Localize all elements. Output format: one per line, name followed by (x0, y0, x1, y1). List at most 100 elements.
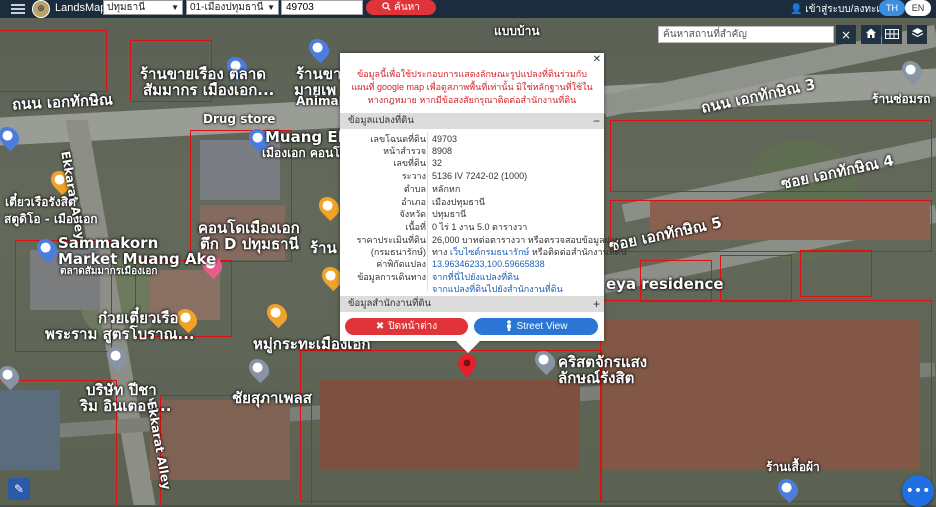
info-row: เนื้อที่ 0 ไร่ 1 งาน 5.0 ตารางวา (340, 221, 604, 233)
info-text: ทาง (432, 247, 450, 257)
more-icon: ••• (905, 483, 931, 499)
map-label: ลักษณ์รังสิต (558, 369, 635, 387)
info-label: เลขโฉนดที่ดิน (370, 134, 426, 144)
info-row: ตำบล หลักหก (340, 183, 604, 195)
lang-en-button[interactable]: EN (905, 0, 931, 16)
treasury-website-link[interactable]: เว็บไซต์กรมธนารักษ์ (450, 247, 529, 257)
info-label: ค่าพิกัดแปลง (376, 259, 426, 269)
chevron-down-icon: ▼ (267, 3, 275, 12)
map-label: ร้านซ่อมรถ (872, 92, 931, 106)
info-label: อำเภอ (401, 197, 426, 207)
info-label: ราคาประเมินที่ดิน (356, 235, 426, 245)
map-label: สตูดิโอ - เมืองเอก (4, 212, 98, 226)
info-row: (กรมธนารักษ์) ทาง เว็บไซต์กรมธนารักษ์ หร… (340, 246, 627, 258)
layers-icon (911, 27, 924, 42)
map-label: ร้าน (310, 239, 337, 257)
home-button[interactable] (861, 25, 881, 44)
map-label: ตลาดสัมมากรเมืองเอก (60, 266, 158, 277)
popup-pointer (456, 341, 480, 353)
map-label: Drug store (203, 112, 276, 126)
info-row: ค่าพิกัดแปลง 13.96346233,100.59665838 (340, 258, 604, 270)
poi-marker-orange[interactable] (262, 299, 292, 329)
search-button[interactable]: ค้นหา (366, 0, 436, 15)
map-label: ร้านเสื้อผ้า (766, 460, 820, 474)
menu-icon[interactable] (11, 2, 25, 14)
info-value: 8908 (432, 146, 453, 156)
close-icon: × (840, 27, 852, 42)
poi-marker-blue[interactable] (304, 34, 334, 64)
map-label: เมืองเอก คอนโด (262, 146, 348, 160)
collapse-icon[interactable]: − (593, 113, 600, 129)
district-select-value: 01-เมืองปทุมธานี (190, 2, 264, 13)
info-label: (กรมธนารักษ์) (370, 247, 426, 257)
info-row: จากแปลงที่ดินไปยังสำนักงานที่ดิน (340, 283, 604, 295)
map-label: สัมมากร เมืองเอก... (143, 81, 275, 99)
clear-search-button[interactable]: × (836, 25, 856, 44)
lang-th-button[interactable]: TH (879, 0, 905, 16)
info-row: อำเภอ เมืองปทุมธานี (340, 196, 604, 208)
coordinates-link[interactable]: 13.96346233,100.59665838 (432, 258, 545, 270)
info-row: ราคาประเมินที่ดิน 26,000 บาทต่อตารางวา ห… (340, 234, 621, 246)
street-view-label: Street View (516, 321, 568, 332)
info-row: ข้อมูลการเดินทาง จากที่นี่ไปยังแปลงที่ดิ… (340, 271, 604, 283)
info-label: จังหวัด (399, 209, 427, 219)
directions-to-office-link[interactable]: จากแปลงที่ดินไปยังสำนักงานที่ดิน (432, 283, 563, 295)
district-select[interactable]: 01-เมืองปทุมธานี ▼ (186, 0, 279, 15)
more-options-button[interactable]: ••• (902, 475, 934, 507)
street-view-icon (505, 319, 513, 334)
home-icon (865, 27, 877, 42)
close-window-label: ปิดหน้าต่าง (388, 321, 438, 332)
street-view-button[interactable]: Street View (474, 318, 598, 335)
info-row: ระวาง 5136 IV 7242-02 (1000) (340, 170, 604, 182)
landsmaps-logo: ⊕ (32, 0, 50, 18)
search-button-label: ค้นหา (394, 2, 420, 13)
close-icon: ✖ (375, 321, 385, 332)
info-label: เลขที่ดิน (393, 158, 426, 168)
info-value: เมืองปทุมธานี (432, 197, 486, 207)
info-value: 32 (432, 158, 443, 168)
section-parcel-info-header[interactable]: ข้อมูลแปลงที่ดิน − (340, 113, 604, 129)
directions-to-parcel-link[interactable]: จากที่นี่ไปยังแปลงที่ดิน (432, 271, 519, 283)
info-row: หน้าสำรวจ 8908 (340, 145, 604, 157)
info-value: 0 ไร่ 1 งาน 5.0 ตารางวา (432, 222, 528, 232)
map-label: eya residence (606, 275, 724, 293)
info-row: เลขที่ดิน 32 (340, 157, 604, 169)
province-select[interactable]: ปทุมธานี ▼ (103, 0, 183, 15)
info-label: ข้อมูลการเดินทาง (357, 272, 426, 282)
grid-icon (885, 28, 899, 42)
parcel-location-pin-icon[interactable] (458, 354, 476, 378)
province-select-value: ปทุมธานี (107, 2, 146, 13)
map-label: แบบบ้าน (494, 24, 540, 38)
measure-tool-icon[interactable]: ✎ (8, 478, 30, 500)
map-label: ชัยสุภาเพลส (232, 389, 312, 407)
top-bar: ⊕ LandsMaps ปทุมธานี ▼ 01-เมืองปทุมธานี … (0, 0, 936, 18)
user-icon: 👤 (790, 4, 803, 15)
info-value: 26,000 บาทต่อตารางวา หรือตรวจสอบข้อมูลผ่… (432, 235, 622, 245)
close-icon[interactable]: ✕ (593, 54, 601, 65)
parcel-number-input[interactable]: 49703 (281, 0, 363, 15)
poi-marker-orange[interactable] (314, 192, 344, 222)
poi-marker-gray[interactable] (244, 354, 274, 384)
place-search-input[interactable]: ค้นหาสถานที่สำคัญ (658, 26, 834, 43)
info-text: หรือติดต่อสำนักงานที่ดิน (529, 247, 627, 257)
parcel-info-popup: ✕ ข้อมูลนี้เพื่อใช้ประกอบการแสดงลักษณะรู… (340, 53, 627, 341)
map-label: พระราม สูตรโบราณ... (45, 325, 195, 343)
info-value: ปทุมธานี (432, 209, 467, 219)
info-value: หลักหก (432, 184, 461, 194)
search-icon (382, 1, 391, 14)
section-title: ข้อมูลแปลงที่ดิน (348, 115, 414, 126)
close-window-button[interactable]: ✖ ปิดหน้าต่าง (345, 318, 468, 335)
info-value: 49703 (432, 134, 458, 144)
section-land-office-header[interactable]: ข้อมูลสำนักงานที่ดิน + (340, 296, 604, 312)
info-label: ระวาง (401, 171, 426, 181)
info-label: ตำบล (403, 184, 426, 194)
expand-icon[interactable]: + (593, 296, 600, 312)
info-row: จังหวัด ปทุมธานี (340, 208, 604, 220)
chevron-down-icon: ▼ (171, 3, 179, 12)
grid-button[interactable] (882, 25, 902, 44)
section-title: ข้อมูลสำนักงานที่ดิน (348, 298, 432, 309)
info-row: เลขโฉนดที่ดิน 49703 (340, 133, 604, 145)
layers-button[interactable] (907, 25, 927, 44)
info-value: 5136 IV 7242-02 (1000) (432, 171, 528, 181)
disclaimer-notice: ข้อมูลนี้เพื่อใช้ประกอบการแสดงลักษณะรูปแ… (351, 69, 593, 105)
